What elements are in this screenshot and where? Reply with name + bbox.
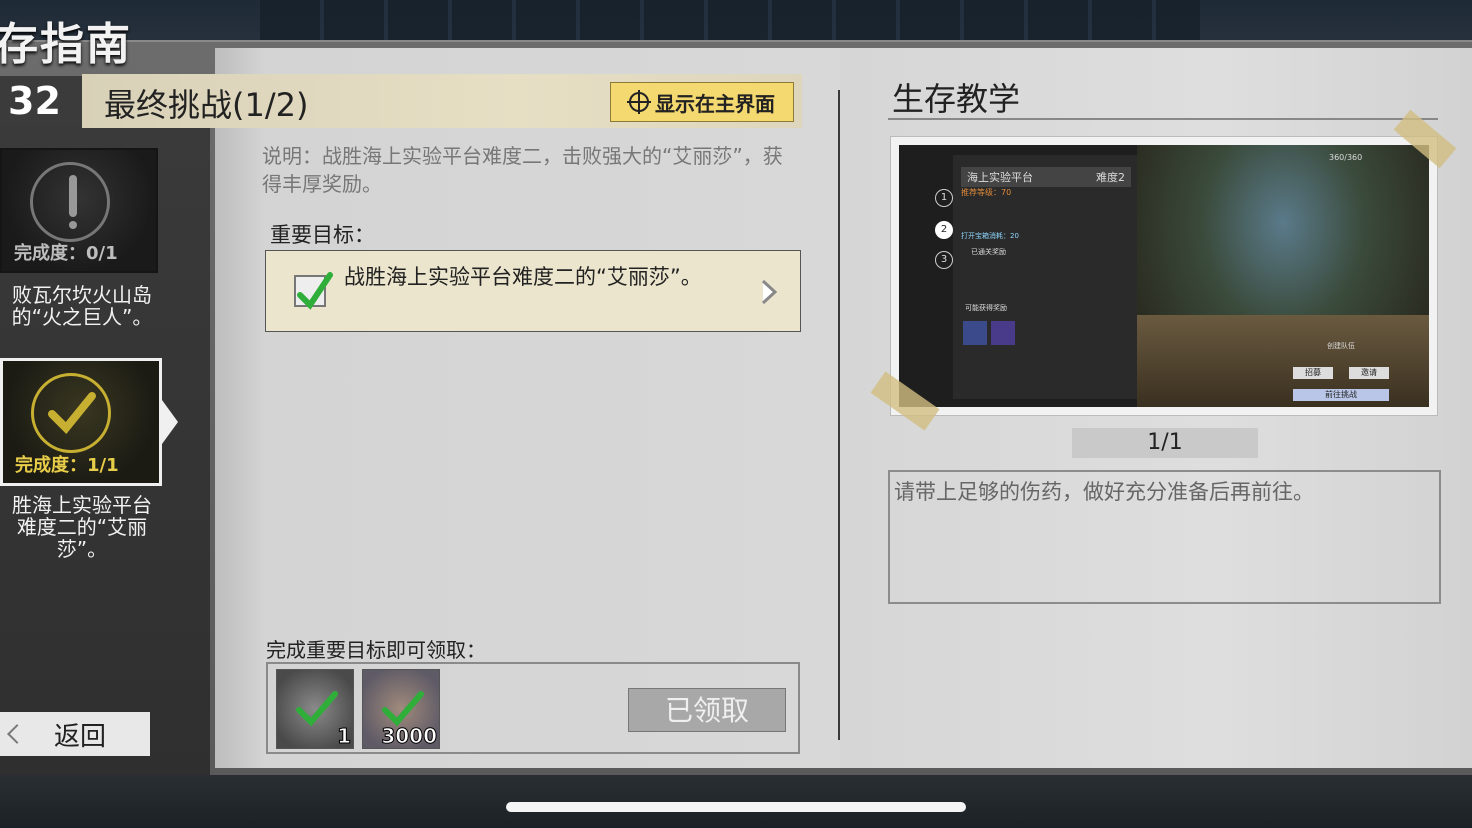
screenshot-step: 1 — [935, 189, 953, 207]
check-icon — [382, 691, 424, 727]
back-arrow-icon — [7, 724, 27, 744]
reward-item[interactable]: 3000 — [362, 669, 440, 749]
screenshot-panel-title: 海上实验平台 难度2 — [961, 167, 1131, 187]
back-label: 返回 — [54, 721, 107, 752]
reward-count: 3000 — [381, 724, 438, 749]
chapter-caption: 胜海上实验平台 难度二的“艾丽 莎”。 — [12, 493, 152, 561]
show-on-main-label: 显示在主界面 — [655, 91, 775, 116]
back-button[interactable]: 返回 — [0, 712, 150, 756]
screenshot-go-button: 前往挑战 — [1293, 389, 1389, 401]
screenshot-step: 2 — [935, 221, 953, 239]
screenshot-hp: 360/360 — [1329, 153, 1363, 162]
screenshot-team: 创建队伍 — [1327, 342, 1355, 350]
quest-description: 说明：战胜海上实验平台难度二，击败强大的“艾丽莎”，获得丰厚奖励。 — [262, 144, 783, 196]
check-icon — [296, 691, 338, 727]
chapter-number: 32 — [0, 76, 82, 126]
reward-label: 完成重要目标即可领取： — [266, 638, 486, 662]
screenshot-possible-rewards: 可能获得奖励 — [965, 304, 1007, 312]
book-spine — [838, 90, 840, 740]
divider — [888, 118, 1438, 120]
exclamation-icon — [30, 162, 110, 242]
tip-text: 请带上足够的伤药，做好充分准备后再前往。 — [894, 480, 1314, 504]
screenshot-reward-icon — [963, 321, 987, 345]
tutorial-title: 生存教学 — [892, 80, 1021, 118]
tip-box: 请带上足够的伤药，做好充分准备后再前往。 — [888, 470, 1441, 604]
goal-text: 战胜海上实验平台难度二的“艾丽莎”。 — [344, 265, 702, 289]
claimed-button[interactable]: 已领取 — [628, 688, 786, 732]
chapter-progress: 完成度：1/1 — [15, 455, 119, 476]
show-on-main-button[interactable]: 显示在主界面 — [610, 82, 794, 122]
chapter-card-selected[interactable]: 完成度：1/1 — [0, 358, 162, 486]
chapter-progress: 完成度：0/1 — [14, 243, 118, 264]
background-scene-bottom — [0, 770, 1472, 828]
chapter-card-incomplete[interactable]: 完成度：0/1 — [0, 148, 158, 273]
screenshot-recommend: 推荐等级：70 — [961, 188, 1012, 197]
check-icon — [294, 272, 333, 310]
screenshot-consume: 打开宝箱消耗：20 — [961, 232, 1019, 240]
screenshot-reward-icon — [991, 321, 1015, 345]
tutorial-pager: 1/1 — [1072, 428, 1258, 458]
crosshair-icon — [627, 90, 651, 114]
chevron-right-icon — [761, 279, 778, 305]
reward-item[interactable]: 1 — [276, 669, 354, 749]
quest-title: 最终挑战(1/2) — [104, 86, 309, 124]
reward-count: 1 — [337, 724, 352, 749]
home-indicator[interactable] — [506, 802, 966, 812]
goal-item[interactable]: 战胜海上实验平台难度二的“艾丽莎”。 — [265, 250, 801, 332]
guide-title: 存指南 — [0, 19, 132, 70]
check-icon — [31, 373, 111, 453]
screenshot-match-button: 招募 — [1293, 367, 1333, 379]
tutorial-screenshot: 海上实验平台 难度2 推荐等级：70 1 2 3 打开宝箱消耗：20 已通关奖励… — [890, 136, 1438, 416]
goal-label: 重要目标： — [270, 223, 375, 247]
chapter-caption: 败瓦尔坎火山岛 的“火之巨人”。 — [11, 283, 153, 329]
screenshot-reward-section: 已通关奖励 — [971, 248, 1006, 256]
chevron-right-icon — [162, 400, 178, 444]
screenshot-invite-button: 邀请 — [1349, 367, 1389, 379]
screenshot-step: 3 — [935, 251, 953, 269]
